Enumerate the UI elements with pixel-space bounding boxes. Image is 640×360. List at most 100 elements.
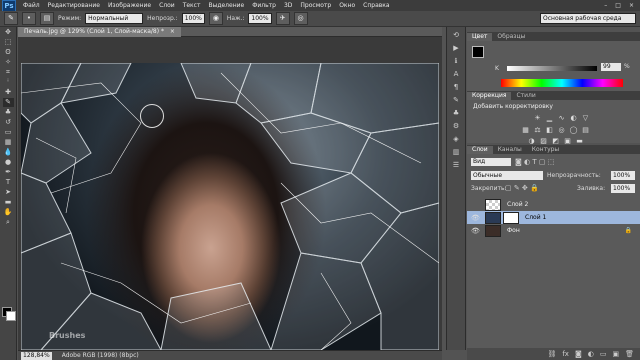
adjust-icon[interactable]: ◐ <box>588 350 594 358</box>
brush-panel-icon[interactable]: ▤ <box>40 12 54 25</box>
mode-select[interactable]: Нормальный <box>85 13 144 24</box>
photo-filter-icon[interactable]: ◎ <box>557 126 566 134</box>
exposure-icon[interactable]: ◐ <box>569 114 578 122</box>
mask-icon[interactable]: ◙ <box>575 350 582 358</box>
layer-filter-icons[interactable]: ◙ ◐ T ▢ ⬚ <box>515 158 554 166</box>
kind-filter-select[interactable]: Вид <box>471 158 511 166</box>
layer-row[interactable]: 👁 Фон 🔒 <box>467 224 640 237</box>
color-swatches[interactable] <box>2 307 16 321</box>
brush-preset-icon[interactable]: • <box>22 12 36 25</box>
marquee-tool-icon[interactable]: ⬚ <box>3 38 14 47</box>
fill-field[interactable]: 100% <box>611 184 635 193</box>
levels-icon[interactable]: ▁ <box>545 114 554 122</box>
channel-mixer-icon[interactable]: ◯ <box>569 126 578 134</box>
eyedropper-icon[interactable]: ⁱ <box>3 78 14 87</box>
history-panel-icon[interactable]: ⟲ <box>450 30 462 40</box>
blur-tool-icon[interactable]: 💧 <box>3 148 14 157</box>
navigator-panel-icon[interactable]: ◈ <box>450 134 462 144</box>
tab-paths[interactable]: Контуры <box>527 146 564 154</box>
clone-source-icon[interactable]: ♣ <box>450 108 462 118</box>
tab-channels[interactable]: Каналы <box>493 146 527 154</box>
menu-edit[interactable]: Редактирование <box>44 2 104 9</box>
link-icon[interactable]: ⛓ <box>547 350 556 358</box>
posterize-icon[interactable]: ▨ <box>539 137 548 145</box>
menu-type[interactable]: Текст <box>179 2 205 9</box>
tab-swatches[interactable]: Образцы <box>492 33 530 41</box>
background-color[interactable] <box>6 311 16 321</box>
airbrush-icon[interactable]: ✈ <box>275 12 290 25</box>
tool-presets-icon[interactable]: ⚙ <box>450 121 462 131</box>
trash-icon[interactable]: 🗑 <box>625 350 634 358</box>
pressure-opacity-icon[interactable]: ◉ <box>208 12 223 25</box>
info-panel-icon[interactable]: ℹ <box>450 56 462 66</box>
curves-icon[interactable]: ∿ <box>557 114 566 122</box>
fx-icon[interactable]: fx <box>562 350 569 358</box>
tab-styles[interactable]: Стили <box>511 92 540 100</box>
eye-icon[interactable]: 👁 <box>471 214 481 222</box>
threshold-icon[interactable]: ◩ <box>551 137 560 145</box>
blend-mode-select[interactable]: Обычные <box>471 171 543 180</box>
move-tool-icon[interactable]: ✥ <box>3 28 14 37</box>
brightness-icon[interactable]: ☀ <box>533 114 542 122</box>
pressure-size-icon[interactable]: ◎ <box>293 12 308 25</box>
menu-layer[interactable]: Слои <box>155 2 179 9</box>
document-canvas[interactable]: Brushes <box>21 63 439 350</box>
maximize-button[interactable]: □ <box>615 2 621 9</box>
crop-tool-icon[interactable]: ⌗ <box>3 68 14 77</box>
layer-mask-thumbnail[interactable] <box>503 211 519 224</box>
eye-icon[interactable]: 👁 <box>471 227 481 235</box>
properties-panel-icon[interactable]: ☰ <box>450 160 462 170</box>
clone-stamp-icon[interactable]: ♣ <box>3 108 14 117</box>
eraser-icon[interactable]: ▭ <box>3 128 14 137</box>
actions-panel-icon[interactable]: ▶ <box>450 43 462 53</box>
new-layer-icon[interactable]: ▣ <box>612 350 619 358</box>
folder-icon[interactable]: ▭ <box>600 350 607 358</box>
menu-select[interactable]: Выделение <box>204 2 248 9</box>
black-white-icon[interactable]: ◧ <box>545 126 554 134</box>
brush-tool-icon[interactable]: ✎ <box>2 98 14 107</box>
character-panel-icon[interactable]: A <box>450 69 462 79</box>
hue-saturation-icon[interactable]: ▦ <box>521 126 530 134</box>
close-tab-icon[interactable]: × <box>170 28 175 35</box>
tab-layers[interactable]: Слои <box>467 146 493 154</box>
tab-color[interactable]: Цвет <box>467 33 493 41</box>
gradient-map-icon[interactable]: ▬ <box>575 137 584 145</box>
menu-view[interactable]: Просмотр <box>296 2 335 9</box>
zoom-level[interactable]: 128,84% <box>21 351 52 360</box>
layer-opacity-field[interactable]: 100% <box>611 171 635 180</box>
minimize-button[interactable]: – <box>604 2 607 9</box>
menu-filter[interactable]: Фильтр <box>248 2 280 9</box>
gradient-icon[interactable]: ▦ <box>3 138 14 147</box>
menu-image[interactable]: Изображение <box>104 2 155 9</box>
lock-icons[interactable]: ▢ ✎ ✥ 🔒 <box>505 184 539 192</box>
brush-panel-icon[interactable]: ✎ <box>450 95 462 105</box>
selective-color-icon[interactable]: ▣ <box>563 137 572 145</box>
layer-row-active[interactable]: 👁 Слой 1 <box>467 211 640 224</box>
brush-tool-icon[interactable]: ✎ <box>4 12 18 25</box>
color-spectrum[interactable] <box>501 79 623 87</box>
shape-tool-icon[interactable]: ▬ <box>3 198 14 207</box>
layer-row[interactable]: Слой 2 <box>467 198 640 211</box>
healing-brush-icon[interactable]: ✚ <box>3 88 14 97</box>
quick-select-icon[interactable]: ✧ <box>3 58 14 67</box>
k-value-field[interactable]: 99 <box>601 63 621 71</box>
path-select-icon[interactable]: ➤ <box>3 188 14 197</box>
paragraph-panel-icon[interactable]: ¶ <box>450 82 462 92</box>
color-balance-icon[interactable]: ⚖ <box>533 126 542 134</box>
vibrance-icon[interactable]: ▽ <box>581 114 590 122</box>
color-lookup-icon[interactable]: ▤ <box>581 126 590 134</box>
invert-icon[interactable]: ◑ <box>527 137 536 145</box>
dodge-tool-icon[interactable]: ● <box>3 158 14 167</box>
history-brush-icon[interactable]: ↺ <box>3 118 14 127</box>
menu-file[interactable]: Файл <box>19 2 44 9</box>
workspace-select[interactable]: Основная рабочая среда <box>540 13 636 24</box>
close-button[interactable]: × <box>629 2 634 9</box>
type-tool-icon[interactable]: T <box>3 178 14 187</box>
histogram-panel-icon[interactable]: ▥ <box>450 147 462 157</box>
color-panel-foreground[interactable] <box>472 46 484 58</box>
tab-corrections[interactable]: Коррекция <box>467 92 512 100</box>
menu-help[interactable]: Справка <box>359 2 393 9</box>
menu-window[interactable]: Окно <box>335 2 359 9</box>
flow-field[interactable]: 100% <box>248 13 272 24</box>
menu-3d[interactable]: 3D <box>280 2 296 9</box>
